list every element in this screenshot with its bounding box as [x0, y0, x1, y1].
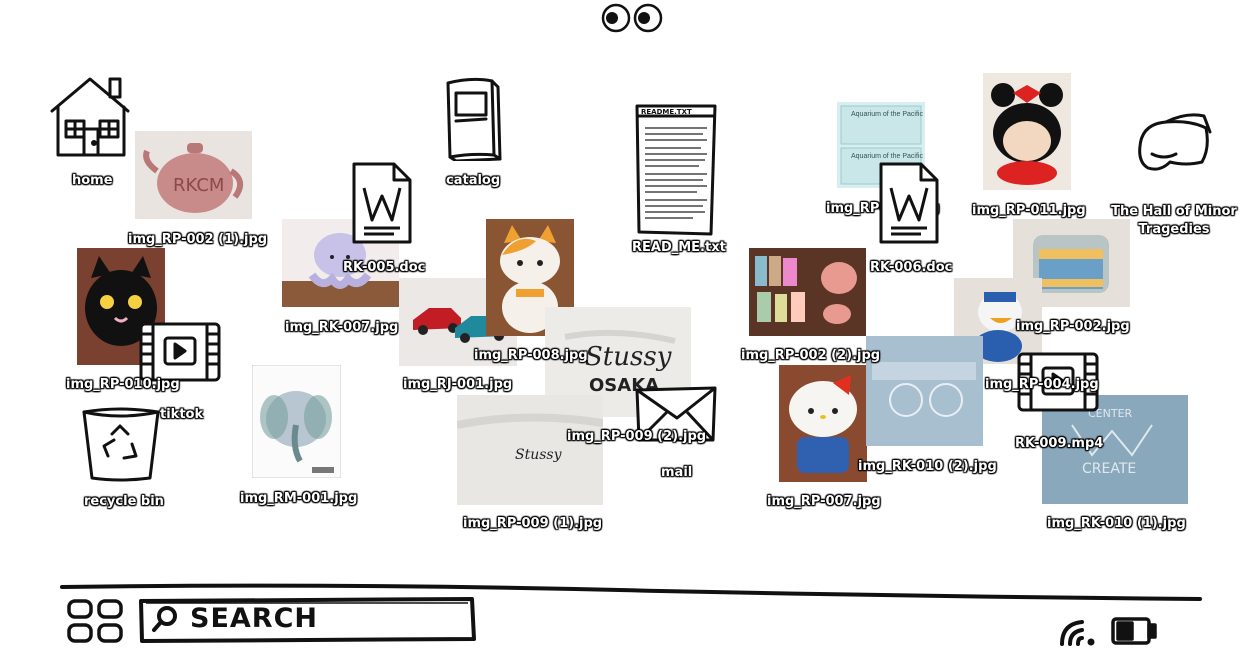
text-file-icon[interactable]: README.TXT [633, 102, 719, 238]
photo-elephant-thumbnail[interactable] [252, 365, 341, 478]
icon-rk005-label[interactable]: RK-005.doc [343, 260, 425, 275]
photo-shirt-white-label[interactable]: img_RP-009 (1).jpg [463, 516, 602, 531]
icon-rk006-label[interactable]: RK-006.doc [870, 260, 952, 275]
svg-text:CREATE: CREATE [1082, 461, 1136, 477]
svg-text:Stussy: Stussy [585, 342, 672, 372]
book-icon[interactable] [442, 73, 502, 161]
photo-collage-label[interactable]: img_RP-002 (2).jpg [741, 348, 880, 363]
photo-black-cat-label[interactable]: img_RP-010.jpg [66, 377, 180, 392]
icon-hall-label[interactable]: The Hall of Minor Tragedies [1108, 203, 1240, 239]
photo-cars-label[interactable]: img_RJ-001.jpg [403, 377, 512, 392]
recycle-bin-icon[interactable] [78, 404, 164, 484]
photo-minnie-thumbnail[interactable] [983, 73, 1071, 190]
photo-kitty-label[interactable]: img_RP-007.jpg [767, 494, 881, 509]
eyes-icon [600, 2, 664, 34]
photo-shirt-blue-2-thumbnail[interactable] [866, 336, 983, 446]
house-icon[interactable] [48, 73, 132, 159]
svg-text:RKCM: RKCM [173, 175, 224, 196]
icon-readme-label[interactable]: READ_ME.txt [632, 240, 726, 255]
photo-teapot-thumbnail[interactable]: RKCM [135, 131, 252, 219]
svg-text:Aquarium of the Pacific: Aquarium of the Pacific [851, 153, 923, 160]
photo-collage-thumbnail[interactable] [749, 248, 866, 336]
photo-kitty-thumbnail[interactable] [779, 365, 867, 482]
word-doc-icon[interactable] [350, 160, 414, 246]
photo-shirt-white-thumbnail[interactable]: Stussy [457, 395, 603, 505]
photo-octopus-label[interactable]: img_RK-007.jpg [285, 320, 398, 335]
photo-elephant-label[interactable]: img_RM-001.jpg [240, 491, 357, 506]
photo-teapot-label[interactable]: img_RP-002 (1).jpg [128, 232, 267, 247]
photo-shirt-blue-2-label[interactable]: img_RK-010 (2).jpg [858, 459, 997, 474]
wifi-icon[interactable] [1058, 616, 1098, 648]
vr-headset-icon[interactable] [1130, 102, 1218, 190]
video-file-icon[interactable] [137, 320, 223, 384]
svg-text:Aquarium of the Pacific: Aquarium of the Pacific [851, 111, 923, 118]
search-icon [150, 604, 180, 634]
search-label[interactable]: SEARCH [190, 603, 318, 634]
svg-text:Stussy: Stussy [515, 447, 563, 463]
battery-icon[interactable] [1110, 614, 1158, 648]
icon-rk009-label[interactable]: RK-009.mp4 [1015, 436, 1103, 451]
icon-home-label[interactable]: home [72, 173, 113, 188]
icon-mail-label[interactable]: mail [661, 465, 692, 480]
photo-shirt-osaka-label[interactable]: img_RP-009 (2).jpg [567, 429, 706, 444]
start-grid-icon[interactable] [66, 598, 124, 644]
photo-minnie-label[interactable]: img_RP-011.jpg [972, 203, 1086, 218]
photo-jar-label[interactable]: img_RP-002.jpg [1016, 319, 1130, 334]
icon-tiktok-label[interactable]: tiktok [160, 407, 203, 422]
photo-shirt-blue-1-label[interactable]: img_RK-010 (1).jpg [1047, 516, 1186, 531]
photo-donald-label[interactable]: img_RP-004.jpg [985, 377, 1099, 392]
photo-cat-plush-label[interactable]: img_RP-008.jpg [474, 348, 588, 363]
icon-recycle-label[interactable]: recycle bin [84, 494, 164, 509]
word-doc-icon[interactable] [877, 160, 941, 246]
svg-text:README.TXT: README.TXT [641, 108, 692, 116]
icon-catalog-label[interactable]: catalog [446, 173, 500, 188]
